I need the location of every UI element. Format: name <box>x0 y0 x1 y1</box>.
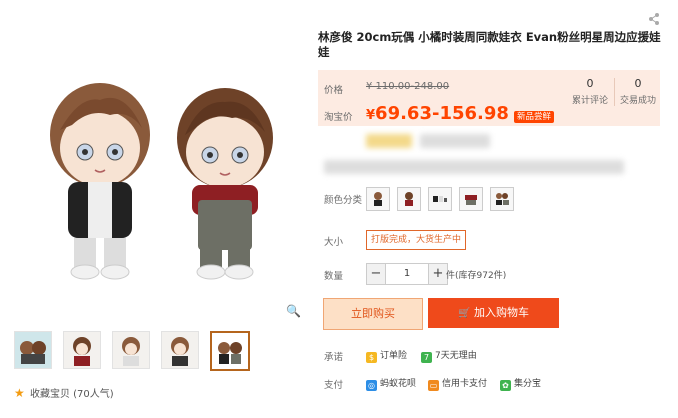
reviews-count: 0 <box>586 77 594 90</box>
promise-label: 承诺 <box>324 352 344 363</box>
zoom-icon[interactable]: 🔍 <box>286 304 301 318</box>
payment-label: 支付 <box>324 380 344 391</box>
quantity-stepper: − 1 + <box>366 263 448 285</box>
color-swatch-1[interactable] <box>366 187 390 211</box>
decrement-button[interactable]: − <box>367 264 385 284</box>
thumbnail-2-image <box>73 337 91 366</box>
add-cart-label: 加入购物车 <box>473 306 529 319</box>
favorite-count: (70人气) <box>73 389 114 400</box>
stats-divider <box>614 78 615 106</box>
main-product-image[interactable] <box>10 40 300 320</box>
payment-jifenbao[interactable]: ✿ 集分宝 <box>500 376 541 391</box>
cart-icon: 🛒 <box>458 308 471 319</box>
insurance-icon: $ <box>366 352 377 363</box>
thumbnail-3[interactable] <box>112 331 150 369</box>
thumbnail-1[interactable] <box>14 331 52 369</box>
credit-card-icon: ▭ <box>428 380 439 391</box>
thumbnail-2[interactable] <box>63 331 101 369</box>
swatch-3-image <box>433 196 447 202</box>
payment-credit-card[interactable]: ▭ 信用卡支付 <box>428 376 487 391</box>
promise-7day[interactable]: 7 7天无理由 <box>421 348 477 363</box>
original-price-label: 价格 <box>324 85 344 96</box>
favorite-text: 收藏宝贝 <box>29 389 70 400</box>
swatch-5-image <box>496 193 509 205</box>
doll-right <box>177 88 273 280</box>
huabei-icon: ◎ <box>366 380 377 391</box>
plush-dolls-illustration <box>50 83 273 280</box>
favorite-link[interactable]: ★ 收藏宝贝 (70人气) <box>14 385 114 400</box>
reviews-label: 累计评论 <box>571 96 608 106</box>
blurred-promo-3 <box>324 160 624 174</box>
color-swatch-3[interactable] <box>428 187 452 211</box>
new-item-badge: 新品尝鲜 <box>514 111 555 123</box>
blurred-promo-1 <box>366 134 412 148</box>
thumbnail-strip <box>14 331 250 371</box>
thumbnail-4-image <box>171 337 189 366</box>
increment-button[interactable]: + <box>429 264 447 284</box>
product-title: 林彦俊 20cm玩偶 小橘时装周同款娃衣 Evan粉丝明星周边应援娃娃 <box>318 30 661 59</box>
color-swatch-2[interactable] <box>397 187 421 211</box>
size-option-selected[interactable]: 打版完成，大货生产中 <box>366 230 467 250</box>
doll-left <box>50 83 150 280</box>
seven-day-icon: 7 <box>421 352 432 363</box>
sales-label: 交易成功 <box>619 96 656 106</box>
thumbnail-3-image <box>122 337 140 366</box>
thumbnail-5-selected[interactable] <box>210 331 250 371</box>
thumbnail-1-image <box>20 341 46 364</box>
thumbnail-4[interactable] <box>161 331 199 369</box>
promise-order-insurance[interactable]: $ 订单险 <box>366 348 407 363</box>
payment-item1: 蚂蚁花呗 <box>380 379 417 389</box>
quantity-label: 数量 <box>324 271 344 282</box>
taobao-price: ¥69.63-156.98 新品尝鲜 <box>366 103 555 124</box>
payment-item2: 信用卡支付 <box>442 379 488 389</box>
size-label: 大小 <box>324 237 344 248</box>
color-swatches <box>366 187 514 211</box>
swatch-4-image <box>465 195 477 205</box>
swatch-1-image <box>374 192 382 206</box>
promise-item1: 订单险 <box>380 351 408 361</box>
stock-text: 件(库存972件) <box>446 271 507 281</box>
color-label: 颜色分类 <box>324 195 363 206</box>
sales-count: 0 <box>634 77 642 90</box>
original-price-value: ¥ 110.00-248.00 <box>366 81 450 92</box>
swatch-2-image <box>405 192 413 206</box>
jifenbao-icon: ✿ <box>500 380 511 391</box>
currency-symbol: ¥ <box>366 108 376 123</box>
buy-now-button[interactable]: 立即购买 <box>323 298 423 330</box>
color-swatch-5[interactable] <box>490 187 514 211</box>
share-icon-graphic <box>649 13 659 25</box>
payment-huabei[interactable]: ◎ 蚂蚁花呗 <box>366 376 416 391</box>
taobao-price-label: 淘宝价 <box>324 112 353 123</box>
quantity-input[interactable]: 1 <box>385 264 429 284</box>
promise-item2: 7天无理由 <box>435 351 477 361</box>
taobao-price-value: 69.63-156.98 <box>375 103 509 124</box>
payment-item3: 集分宝 <box>514 379 542 389</box>
color-swatch-4[interactable] <box>459 187 483 211</box>
share-icon[interactable] <box>648 12 662 28</box>
star-icon: ★ <box>14 386 25 400</box>
add-to-cart-button[interactable]: 🛒 加入购物车 <box>428 298 559 328</box>
thumbnail-5-image <box>218 342 242 364</box>
blurred-promo-2 <box>420 134 490 148</box>
